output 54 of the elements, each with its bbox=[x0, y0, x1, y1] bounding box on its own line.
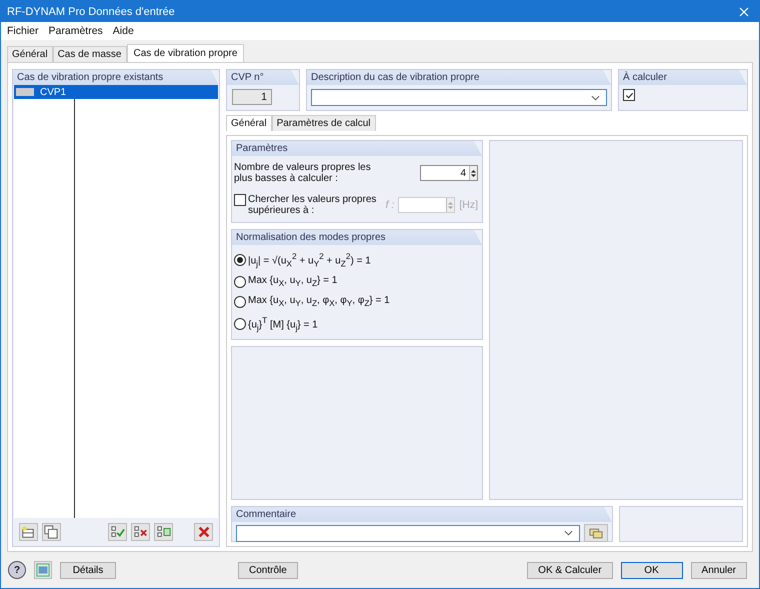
group-header: Description du cas de vibration propre bbox=[307, 70, 611, 85]
group-header: Cas de vibration propre existants bbox=[13, 70, 219, 85]
swap-button[interactable] bbox=[154, 523, 173, 541]
tab[interactable]: Cas de vibration propre bbox=[126, 44, 244, 62]
delete-button[interactable] bbox=[194, 523, 214, 541]
group-header: Paramètres bbox=[232, 141, 482, 156]
radio-label: Max {u$_{X}$, u$_{Y}$, u$_{Z}$, φ$_{X}$, φ$_{Y}$, φ$_{Z}$} = 1 bbox=[248, 295, 390, 308]
comment-field[interactable] bbox=[236, 524, 580, 542]
comment-library-button[interactable] bbox=[584, 524, 608, 542]
tab[interactable]: Paramètres de calcul bbox=[272, 115, 376, 131]
radio-label: {u$_{j}$}$^{T}$ [M] {u$_{j}$} = 1 bbox=[248, 315, 318, 333]
close-icon[interactable] bbox=[739, 6, 749, 16]
tab[interactable]: Général bbox=[7, 46, 53, 62]
spin-arrows-icon[interactable] bbox=[470, 168, 477, 178]
checkbox[interactable] bbox=[623, 89, 635, 101]
menu-item[interactable]: Paramètres bbox=[48, 25, 103, 37]
check-button[interactable]: Contrôle bbox=[238, 562, 298, 578]
list-item[interactable]: CVP1 bbox=[14, 85, 218, 99]
number-field: 1 bbox=[232, 89, 272, 105]
tab[interactable]: Général bbox=[226, 115, 272, 131]
radio-label: Max {u$_{X}$, u$_{Y}$, u$_{Z}$} = 1 bbox=[248, 275, 338, 288]
tab[interactable]: Cas de masse bbox=[52, 46, 126, 62]
radio-button[interactable] bbox=[234, 318, 246, 330]
radio-label: |u$_{j}$| = √(u$_{X}$$^{2}$ + u$_{Y}$$^{2}$ + u$_{Z}$$^{2}$) = 1 bbox=[248, 251, 371, 268]
dialog-button[interactable]: OK & Calculer bbox=[527, 562, 613, 578]
group-header: À calculer bbox=[619, 70, 747, 85]
check-all-button[interactable] bbox=[108, 523, 128, 541]
field-label: f : bbox=[386, 199, 394, 211]
window-title: RF-DYNAM Pro Données d'entrée bbox=[7, 6, 175, 18]
spin-field[interactable]: 4 bbox=[420, 165, 478, 181]
radio-button[interactable] bbox=[234, 254, 246, 266]
group-header: Normalisation des modes propres bbox=[232, 230, 482, 245]
field-value: 4 bbox=[460, 168, 466, 178]
copy-button[interactable] bbox=[42, 523, 61, 541]
radio-button[interactable] bbox=[234, 296, 246, 308]
field-label: Nombre de valeurs propres les plus basses à calculer : bbox=[234, 162, 372, 184]
menu-item[interactable]: Fichier bbox=[7, 25, 39, 37]
chevron-down-icon bbox=[591, 94, 600, 100]
menu-item[interactable]: Aide bbox=[112, 25, 134, 37]
unit-label: [Hz] bbox=[459, 199, 478, 211]
group-header: Commentaire bbox=[232, 507, 612, 522]
radio-button[interactable] bbox=[234, 276, 246, 288]
help-button[interactable]: ? bbox=[8, 561, 26, 579]
dialog-button[interactable]: OK bbox=[620, 562, 683, 578]
dialog-button[interactable]: Annuler bbox=[690, 562, 747, 578]
uncheck-all-button[interactable] bbox=[131, 523, 150, 541]
new-item-button[interactable] bbox=[19, 523, 38, 541]
description-field[interactable] bbox=[311, 89, 607, 106]
chevron-down-icon bbox=[564, 530, 573, 536]
spin-field[interactable] bbox=[398, 197, 456, 213]
group-header: CVP n° bbox=[227, 70, 299, 85]
details-button[interactable]: Détails bbox=[60, 562, 116, 578]
folders-icon bbox=[589, 528, 603, 538]
checkbox-label: Chercher les valeurs propres supérieures à : bbox=[248, 194, 378, 216]
